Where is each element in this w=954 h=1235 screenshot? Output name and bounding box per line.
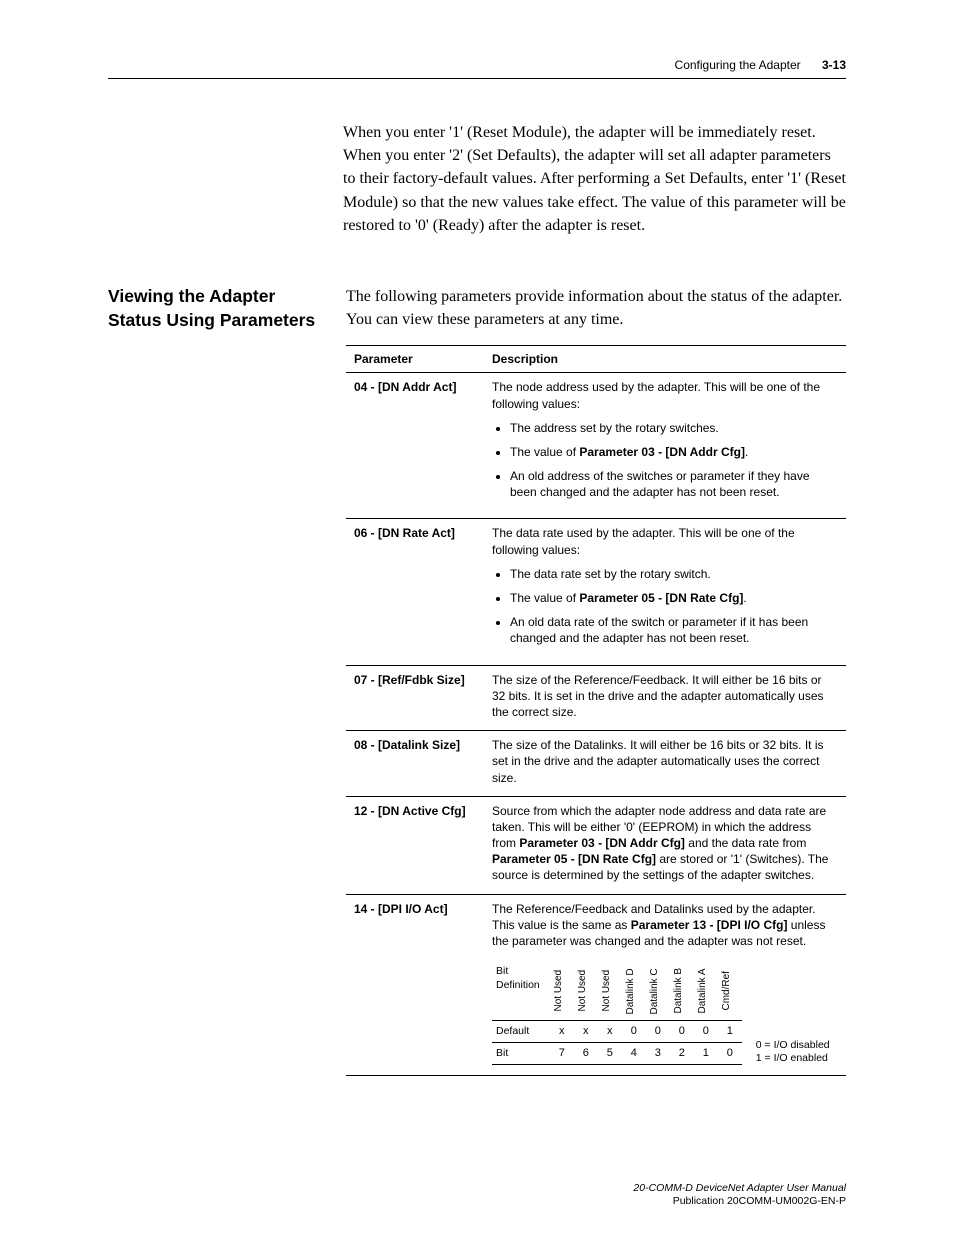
bit-number: 2 [670, 1043, 694, 1065]
list-item: An old address of the switches or parame… [510, 468, 838, 500]
table-row: 14 - [DPI I/O Act] The Reference/Feedbac… [346, 894, 846, 1075]
list-item: The value of Parameter 05 - [DN Rate Cfg… [510, 590, 838, 606]
param-name: 14 - [DPI I/O Act] [346, 894, 484, 1075]
param-desc: The size of the Datalinks. It will eithe… [484, 731, 846, 797]
param-name: 06 - [DN Rate Act] [346, 519, 484, 665]
bit-col-label: Datalink D [622, 961, 646, 1021]
bit-col-label: Not Used [574, 961, 598, 1021]
running-head: Configuring the Adapter 3-13 [108, 58, 846, 79]
bit-default: x [574, 1021, 598, 1043]
running-head-page: 3-13 [822, 58, 846, 72]
table-row: 07 - [Ref/Fdbk Size] The size of the Ref… [346, 665, 846, 731]
bit-default: 1 [718, 1021, 742, 1043]
footer-publication: Publication 20COMM-UM002G-EN-P [633, 1195, 846, 1209]
bit-default: 0 [622, 1021, 646, 1043]
param-name: 12 - [DN Active Cfg] [346, 796, 484, 894]
bit-number: 3 [646, 1043, 670, 1065]
bit-default: 0 [694, 1021, 718, 1043]
table-row: 06 - [DN Rate Act] The data rate used by… [346, 519, 846, 665]
bit-number: 4 [622, 1043, 646, 1065]
section-heading: Viewing the Adapter Status Using Paramet… [108, 285, 328, 1076]
footer-title: 20-COMM-D DeviceNet Adapter User Manual [633, 1182, 846, 1196]
list-item: The data rate set by the rotary switch. [510, 566, 838, 582]
bit-table: Bit Definition Not Used Not Used Not Use… [492, 961, 742, 1065]
param-desc: The Reference/Feedback and Datalinks use… [484, 894, 846, 1075]
intro-paragraph: When you enter '1' (Reset Module), the a… [343, 121, 846, 237]
parameter-table: Parameter Description 04 - [DN Addr Act]… [346, 345, 846, 1076]
param-desc: Source from which the adapter node addre… [484, 796, 846, 894]
running-head-section: Configuring the Adapter [675, 58, 801, 72]
param-desc: The data rate used by the adapter. This … [484, 519, 846, 665]
bit-col-label: Not Used [550, 961, 574, 1021]
table-row: 04 - [DN Addr Act] The node address used… [346, 373, 846, 519]
param-name: 04 - [DN Addr Act] [346, 373, 484, 519]
param-desc: The size of the Reference/Feedback. It w… [484, 665, 846, 731]
param-name: 08 - [Datalink Size] [346, 731, 484, 797]
table-row: 08 - [Datalink Size] The size of the Dat… [346, 731, 846, 797]
list-item: The address set by the rotary switches. [510, 420, 838, 436]
bit-number: 7 [550, 1043, 574, 1065]
list-item: The value of Parameter 03 - [DN Addr Cfg… [510, 444, 838, 460]
bit-row-label: Bit [492, 1043, 550, 1065]
bit-col-label: Cmd/Ref [718, 961, 742, 1021]
param-desc: The node address used by the adapter. Th… [484, 373, 846, 519]
table-row: 12 - [DN Active Cfg] Source from which t… [346, 796, 846, 894]
page-footer: 20-COMM-D DeviceNet Adapter User Manual … [633, 1182, 846, 1209]
bit-number: 5 [598, 1043, 622, 1065]
bit-col-label: Datalink C [646, 961, 670, 1021]
bit-default: 0 [670, 1021, 694, 1043]
bit-col-label: Datalink B [670, 961, 694, 1021]
section-intro: The following parameters provide informa… [346, 285, 846, 331]
bit-number: 6 [574, 1043, 598, 1065]
bit-number: 1 [694, 1043, 718, 1065]
bit-col-label: Datalink A [694, 961, 718, 1021]
bit-row-label: Bit Definition [492, 961, 550, 1021]
bit-default: 0 [646, 1021, 670, 1043]
bit-row-label: Default [492, 1021, 550, 1043]
th-parameter: Parameter [346, 346, 484, 373]
list-item: An old data rate of the switch or parame… [510, 614, 838, 646]
th-description: Description [484, 346, 846, 373]
bit-col-label: Not Used [598, 961, 622, 1021]
bit-number: 0 [718, 1043, 742, 1065]
bit-default: x [598, 1021, 622, 1043]
bit-legend: 0 = I/O disabled 1 = I/O enabled [756, 1039, 830, 1065]
param-name: 07 - [Ref/Fdbk Size] [346, 665, 484, 731]
bit-default: x [550, 1021, 574, 1043]
